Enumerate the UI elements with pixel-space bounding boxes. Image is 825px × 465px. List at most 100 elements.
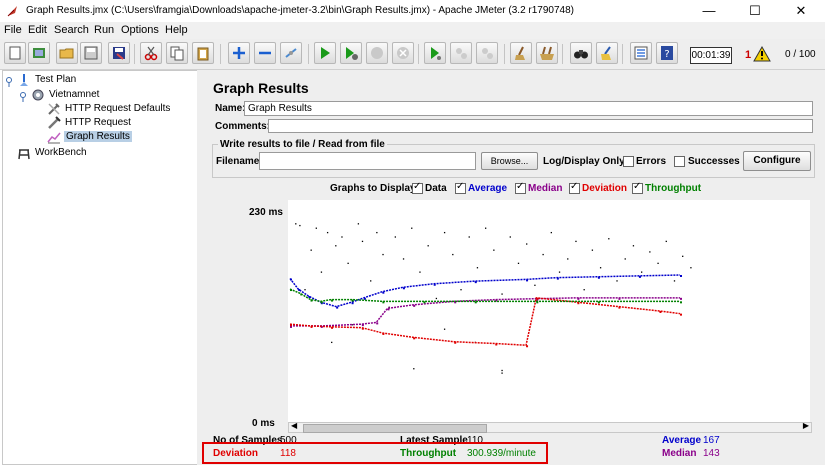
remote-shutdown-icon [482,48,493,59]
configure-button[interactable]: Configure [743,151,811,171]
median-point-11 [680,297,682,300]
help-button[interactable]: ? [656,42,678,64]
deviation-line [289,297,681,347]
toolbar-separator [220,44,221,64]
data-point-34 [526,243,528,245]
toolbar-separator [308,44,309,64]
menu-edit[interactable]: Edit [28,24,47,36]
active-threads: 0 / 100 [785,49,816,60]
average-stat-value: 167 [703,435,720,446]
data-point-8 [335,245,337,247]
errors-label: Errors [636,156,667,167]
stop-button[interactable] [366,42,388,64]
name-field[interactable]: Graph Results [244,101,813,116]
median-option-label: Median [528,183,563,194]
data-point-47 [632,245,635,247]
pane-splitter[interactable] [197,70,205,465]
throughput-option-label: Throughput [645,183,702,194]
play-icon [321,47,330,59]
remote-stop-button[interactable] [450,42,472,64]
data-point-15 [376,231,378,234]
copy-button[interactable] [166,42,188,64]
menu-search[interactable]: Search [54,24,89,36]
data-checkbox[interactable] [412,181,423,194]
plus-icon [233,47,245,59]
reset-search-button[interactable] [596,42,618,64]
throughput-checkbox[interactable] [632,181,643,194]
tree-label: Test Plan [35,74,77,85]
start-button[interactable] [314,42,336,64]
errors-checkbox[interactable] [623,156,634,167]
maximize-button[interactable]: ☐ [732,0,778,22]
data-point-33 [517,262,520,264]
broom-icon [515,46,525,60]
successes-checkbox[interactable] [674,156,685,167]
paste-button[interactable] [192,42,214,64]
deviation-checkbox[interactable] [569,181,580,194]
menu-file[interactable]: File [4,24,22,36]
average-point-15 [680,274,682,277]
clear-button[interactable] [510,42,532,64]
data-point-12 [357,223,360,225]
data-point-53 [682,255,684,257]
median-checkbox[interactable] [515,181,526,194]
data-point-35 [534,284,536,286]
svg-text:?: ? [664,49,669,60]
expand-all-button[interactable] [228,42,250,64]
minimize-button[interactable]: — [686,0,732,22]
data-point-48 [641,271,643,273]
cut-button[interactable] [140,42,162,64]
comments-label: Comments: [215,121,271,132]
remote-start-icon [431,47,441,60]
scrollbar-thumb[interactable] [303,424,487,433]
data-point-56 [501,372,503,374]
shutdown-button[interactable] [392,42,414,64]
close-file-button[interactable] [80,42,102,64]
function-helper-button[interactable] [630,42,652,64]
collapse-all-button[interactable] [254,42,276,64]
templates-button[interactable] [28,42,50,64]
save-button[interactable] [108,42,130,64]
remote-start-button[interactable] [424,42,446,64]
remote-shutdown-button[interactable] [476,42,498,64]
average-checkbox[interactable] [455,181,466,194]
data-point-42 [591,249,594,251]
remote-stop-icon [456,48,467,59]
filename-input[interactable] [259,152,476,170]
browse-button[interactable]: Browse... [481,152,538,170]
log-display-label: Log/Display Only: [543,156,629,167]
open-button[interactable] [56,42,78,64]
clear-all-button[interactable] [536,42,558,64]
data-point-57 [413,368,415,370]
start-no-pauses-button[interactable] [340,42,362,64]
data-point-23 [435,297,438,300]
data-point-20 [411,227,413,229]
test-plan-icon [20,74,28,86]
templates-icon [33,48,45,58]
menu-options[interactable]: Options [121,24,159,36]
data-point-52 [673,280,676,282]
search-button[interactable] [570,42,592,64]
comments-field[interactable] [268,119,813,133]
close-button[interactable]: ✕ [778,0,824,22]
data-point-18 [394,236,396,238]
toggle-button[interactable] [280,42,302,64]
warning-icon[interactable] [753,46,771,62]
data-point-54 [690,267,692,269]
new-button[interactable] [4,42,26,64]
paste-icon [197,47,209,61]
y-axis-max-label: 230 ms [249,207,283,218]
menu-help[interactable]: Help [165,24,188,36]
scroll-right-arrow-icon[interactable]: ▶ [803,421,809,430]
data-point-16 [382,253,384,256]
data-point-31 [501,293,503,295]
results-graph-svg [289,223,692,374]
scroll-left-arrow-icon[interactable]: ◀ [291,421,297,430]
graph-horizontal-scrollbar[interactable]: ◀ ▶ [288,421,812,433]
data-point-32 [509,236,511,238]
menu-run[interactable]: Run [94,24,114,36]
data-point-7 [331,341,333,344]
toolbar-separator [562,44,563,64]
deviation-point-13 [680,313,682,316]
data-point-39 [567,258,569,260]
